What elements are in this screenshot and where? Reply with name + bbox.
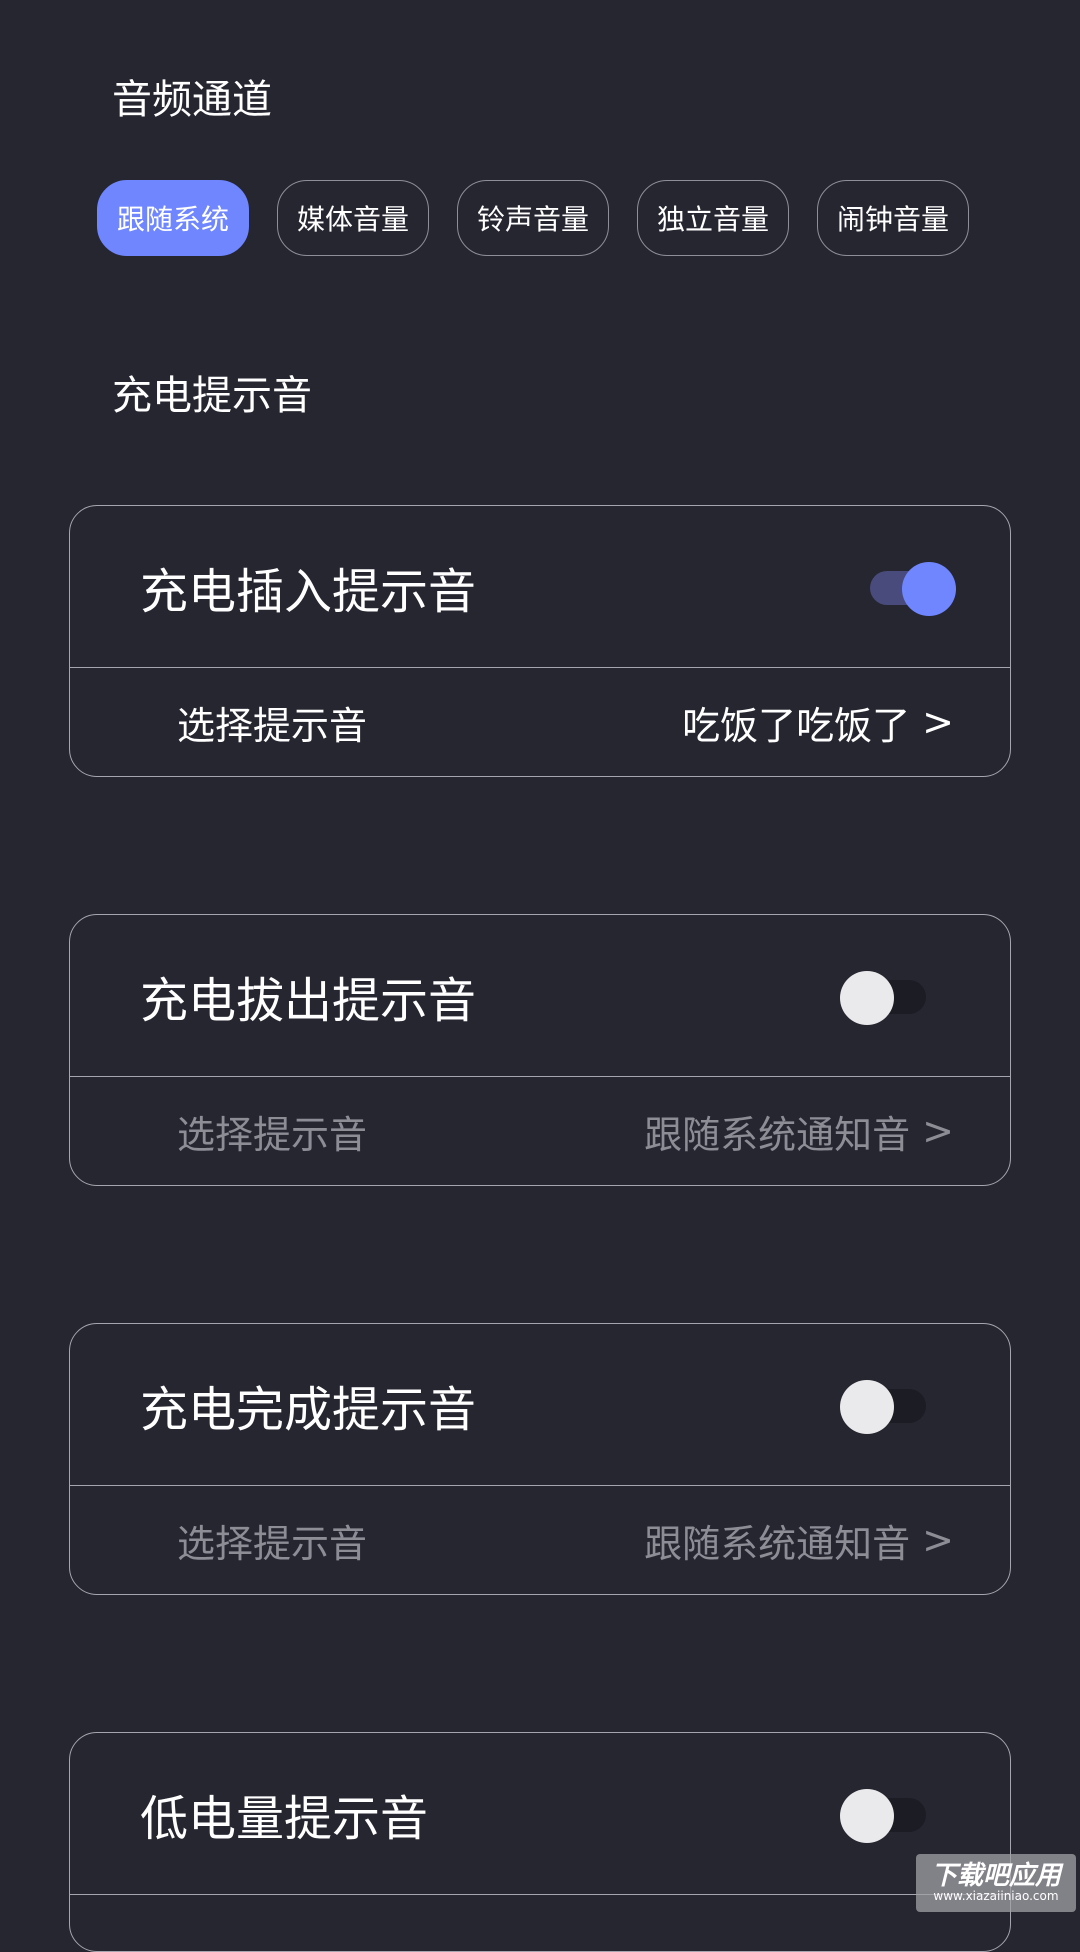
watermark-url: www.xiazaiiniao.com [933, 1889, 1059, 1904]
charge-unplug-select-tone-row[interactable]: 选择提示音 跟随系统通知音 > [70, 1077, 1010, 1185]
toggle-thumb [840, 971, 894, 1025]
low-battery-title: 低电量提示音 [140, 1791, 429, 1847]
charge-insert-title: 充电插入提示音 [140, 564, 477, 620]
charge-unplug-header: 充电拔出提示音 [70, 915, 1010, 1077]
chip-media-volume[interactable]: 媒体音量 [277, 180, 429, 256]
select-tone-label: 选择提示音 [177, 1521, 368, 1566]
charge-complete-select-tone-row[interactable]: 选择提示音 跟随系统通知音 > [70, 1486, 1010, 1594]
charge-insert-header: 充电插入提示音 [70, 506, 1010, 668]
chip-alarm-volume[interactable]: 闹钟音量 [817, 180, 969, 256]
charge-complete-title: 充电完成提示音 [140, 1382, 477, 1438]
low-battery-toggle[interactable] [840, 1789, 930, 1843]
toggle-thumb [902, 562, 956, 616]
toggle-thumb [840, 1380, 894, 1434]
charge-unplug-toggle[interactable] [840, 971, 930, 1025]
chip-ringtone-volume[interactable]: 铃声音量 [457, 180, 609, 256]
tone-name: 跟随系统通知音 [644, 1112, 911, 1157]
charge-complete-toggle[interactable] [840, 1380, 930, 1434]
charge-insert-card: 充电插入提示音 选择提示音 吃饭了吃饭了 > [69, 505, 1011, 777]
charge-insert-select-tone-row[interactable]: 选择提示音 吃饭了吃饭了 > [70, 668, 1010, 776]
charge-complete-header: 充电完成提示音 [70, 1324, 1010, 1486]
chevron-right-icon: > [922, 1109, 954, 1153]
chip-follow-system[interactable]: 跟随系统 [97, 180, 249, 256]
charge-unplug-title: 充电拔出提示音 [140, 973, 477, 1029]
charge-tones-title: 充电提示音 [112, 373, 312, 419]
chevron-right-icon: > [922, 700, 954, 744]
chip-independent-volume[interactable]: 独立音量 [637, 180, 789, 256]
selected-tone-value: 跟随系统通知音 > [644, 1077, 954, 1185]
charge-unplug-card: 充电拔出提示音 选择提示音 跟随系统通知音 > [69, 914, 1011, 1186]
tone-name: 吃饭了吃饭了 [682, 703, 911, 748]
tone-name: 跟随系统通知音 [644, 1521, 911, 1566]
charge-insert-toggle[interactable] [860, 562, 956, 616]
audio-channel-title: 音频通道 [112, 77, 272, 123]
toggle-thumb [840, 1789, 894, 1843]
selected-tone-value: 吃饭了吃饭了 > [682, 668, 954, 776]
chevron-right-icon: > [922, 1518, 954, 1562]
selected-tone-value: 跟随系统通知音 > [644, 1486, 954, 1594]
low-battery-header: 低电量提示音 [70, 1733, 1010, 1895]
select-tone-label: 选择提示音 [177, 1112, 368, 1157]
select-tone-label: 选择提示音 [177, 703, 368, 748]
watermark-text: 下载吧应用 [930, 1860, 1061, 1891]
audio-channel-chips: 跟随系统 媒体音量 铃声音量 独立音量 闹钟音量 [97, 180, 969, 256]
charge-complete-card: 充电完成提示音 选择提示音 跟随系统通知音 > [69, 1323, 1011, 1595]
low-battery-card: 低电量提示音 [69, 1732, 1011, 1952]
watermark-logo: 下载吧应用 www.xiazaiiniao.com [916, 1854, 1076, 1912]
